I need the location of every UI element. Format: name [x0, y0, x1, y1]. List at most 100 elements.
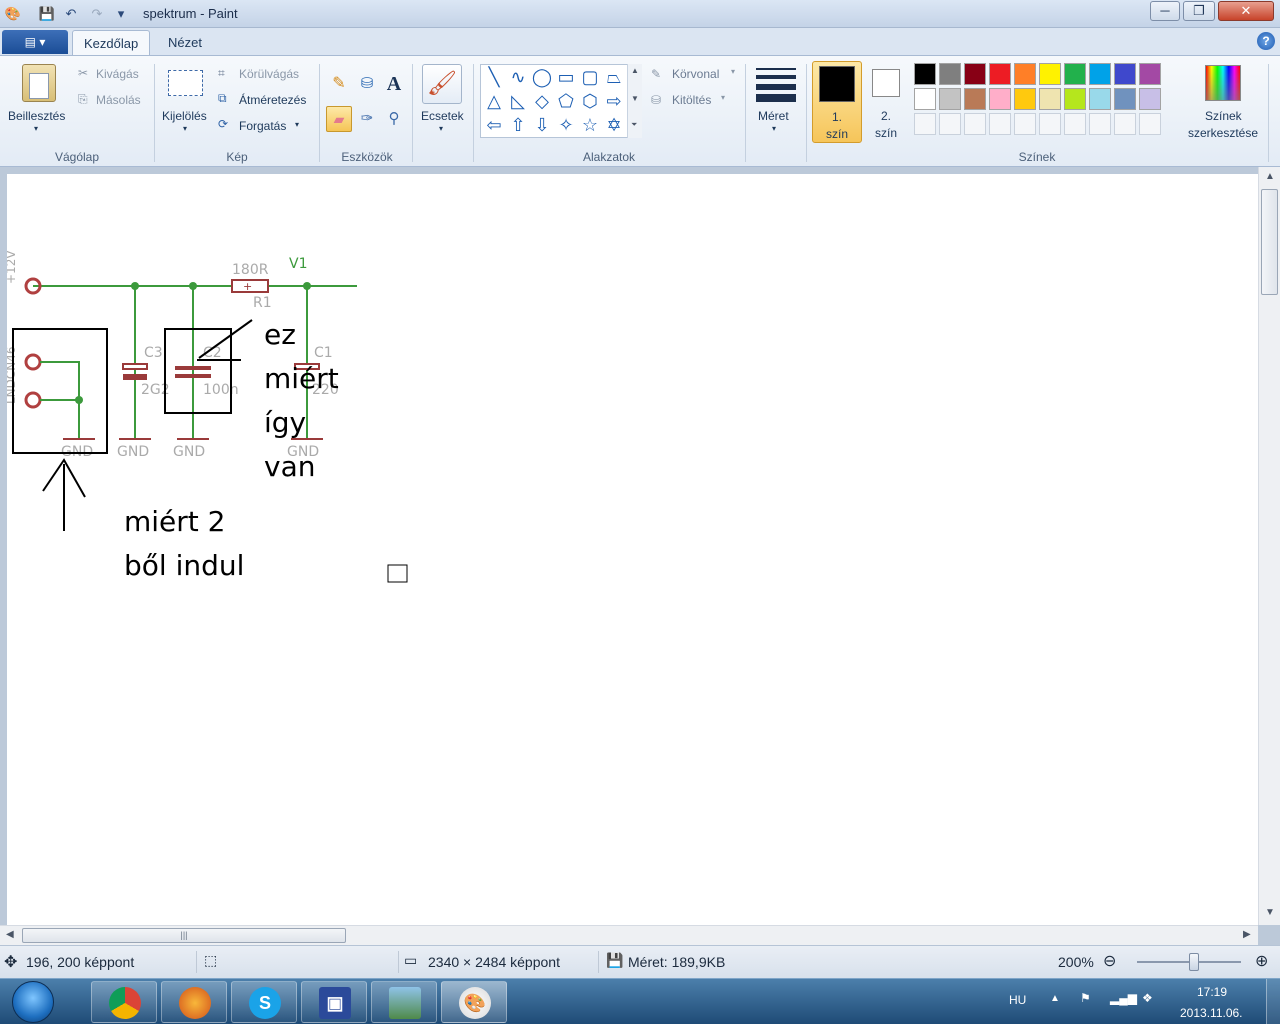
select-button[interactable]: Kijelölés — [162, 109, 207, 123]
zoom-out-icon[interactable]: ⊖ — [1103, 951, 1116, 971]
dropbox-icon[interactable]: ❖ — [1142, 991, 1153, 1005]
shape-hexagon-icon[interactable]: ⬡ — [578, 90, 602, 113]
edit-colors-icon[interactable] — [1205, 65, 1241, 101]
palette-swatch[interactable] — [1089, 88, 1111, 110]
cut-button[interactable]: Kivágás — [96, 67, 139, 81]
custom-color-slot[interactable] — [989, 113, 1011, 135]
copy-icon[interactable]: ⎘ — [78, 92, 88, 107]
fill-icon[interactable]: ⛁ — [651, 93, 661, 107]
palette-swatch[interactable] — [964, 63, 986, 85]
paint-app-icon[interactable]: 🎨 — [4, 5, 22, 23]
undo-icon[interactable]: ↶ — [62, 5, 80, 23]
scroll-down-icon[interactable]: ▼ — [631, 94, 639, 103]
size-dropdown-icon[interactable]: ▾ — [772, 124, 776, 133]
scroll-up-icon[interactable]: ▲ — [631, 66, 639, 75]
resize-icon[interactable]: ⧉ — [218, 91, 227, 106]
outline-dropdown-icon[interactable]: ▾ — [731, 67, 735, 76]
shape-diamond-icon[interactable]: ◇ — [530, 90, 554, 113]
minimize-button[interactable]: ─ — [1150, 1, 1180, 21]
shape-pentagon-icon[interactable]: ⬠ — [554, 90, 578, 113]
color-picker-icon[interactable]: ✑ — [354, 106, 380, 132]
magnifier-icon[interactable]: ⚲ — [381, 106, 407, 132]
color2-button[interactable]: 2. szín — [866, 61, 906, 143]
scroll-down-icon[interactable]: ▼ — [1265, 907, 1275, 918]
shape-oval-icon[interactable]: ◯ — [530, 66, 554, 89]
shape-up-arrow-icon[interactable]: ⇧ — [506, 114, 530, 137]
edit-colors-label-line2[interactable]: szerkesztése — [1188, 126, 1258, 140]
start-button-icon[interactable] — [12, 981, 54, 1023]
tab-home[interactable]: Kezdőlap — [72, 30, 151, 56]
palette-swatch[interactable] — [1064, 88, 1086, 110]
palette-swatch[interactable] — [989, 88, 1011, 110]
custom-color-slot[interactable] — [1064, 113, 1086, 135]
shape-four-point-star-icon[interactable]: ✧ — [554, 114, 578, 137]
shape-six-point-star-icon[interactable]: ✡ — [602, 114, 626, 137]
custom-color-slot[interactable] — [1139, 113, 1161, 135]
scroll-right-icon[interactable]: ▶ — [1243, 929, 1251, 940]
rotate-dropdown-icon[interactable]: ▾ — [295, 120, 299, 129]
palette-swatch[interactable] — [1014, 88, 1036, 110]
taskbar-save-app[interactable]: ▣ — [301, 981, 367, 1023]
scroll-up-icon[interactable]: ▲ — [1265, 171, 1275, 182]
horizontal-scroll-thumb[interactable]: ||| — [22, 928, 346, 943]
palette-swatch[interactable] — [964, 88, 986, 110]
clock-date[interactable]: 2013.11.06. — [1180, 1006, 1243, 1020]
palette-swatch[interactable] — [1064, 63, 1086, 85]
outline-icon[interactable]: ✎ — [651, 67, 661, 81]
palette-swatch[interactable] — [1039, 88, 1061, 110]
clock-time[interactable]: 17:19 — [1197, 985, 1227, 999]
shape-line-icon[interactable]: ╲ — [482, 66, 506, 89]
select-dropdown-icon[interactable]: ▾ — [183, 124, 187, 133]
copy-button[interactable]: Másolás — [96, 93, 141, 107]
outline-button[interactable]: Körvonal — [672, 67, 719, 81]
custom-color-slot[interactable] — [1014, 113, 1036, 135]
custom-color-slot[interactable] — [1089, 113, 1111, 135]
edit-colors-label-line1[interactable]: Színek — [1205, 109, 1242, 123]
eraser-icon[interactable]: ▰ — [326, 106, 352, 132]
taskbar-firefox[interactable] — [161, 981, 227, 1023]
taskbar-chrome[interactable] — [91, 981, 157, 1023]
pencil-icon[interactable]: ✎ — [326, 71, 352, 97]
paste-dropdown-icon[interactable]: ▾ — [34, 124, 38, 133]
text-tool-icon[interactable]: A — [381, 71, 407, 97]
palette-swatch[interactable] — [1089, 63, 1111, 85]
cut-icon[interactable]: ✂ — [78, 66, 88, 80]
rotate-button[interactable]: Forgatás — [239, 119, 286, 133]
paste-icon[interactable] — [22, 64, 56, 102]
palette-swatch[interactable] — [914, 88, 936, 110]
show-desktop-button[interactable] — [1266, 979, 1280, 1024]
custom-color-slot[interactable] — [914, 113, 936, 135]
palette-swatch[interactable] — [1014, 63, 1036, 85]
resize-button[interactable]: Átméretezés — [239, 93, 306, 107]
palette-swatch[interactable] — [939, 88, 961, 110]
palette-swatch[interactable] — [1039, 63, 1061, 85]
shape-rectangle-icon[interactable]: ▭ — [554, 66, 578, 89]
palette-swatch[interactable] — [939, 63, 961, 85]
network-signal-icon[interactable]: ▂▄▆ — [1110, 991, 1137, 1005]
shape-left-arrow-icon[interactable]: ⇦ — [482, 114, 506, 137]
custom-color-slot[interactable] — [939, 113, 961, 135]
expand-gallery-icon[interactable]: ⏷ — [631, 120, 637, 130]
vertical-scrollbar[interactable]: ▲ ▼ — [1258, 167, 1280, 925]
zoom-slider-thumb[interactable] — [1189, 953, 1199, 971]
palette-swatch[interactable] — [914, 63, 936, 85]
color1-button[interactable]: 1. szín — [812, 61, 862, 143]
custom-color-slot[interactable] — [964, 113, 986, 135]
scroll-left-icon[interactable]: ◀ — [6, 929, 14, 940]
save-icon[interactable]: 💾 — [38, 5, 56, 23]
palette-swatch[interactable] — [1114, 88, 1136, 110]
brushes-dropdown-icon[interactable]: ▾ — [439, 124, 443, 133]
close-button[interactable]: ✕ — [1218, 1, 1274, 21]
shape-right-arrow-icon[interactable]: ⇨ — [602, 90, 626, 113]
shape-five-point-star-icon[interactable]: ☆ — [578, 114, 602, 137]
fill-dropdown-icon[interactable]: ▾ — [721, 93, 725, 102]
rotate-icon[interactable]: ⟳ — [218, 117, 228, 131]
maximize-button[interactable]: ❐ — [1183, 1, 1215, 21]
palette-swatch[interactable] — [1114, 63, 1136, 85]
size-icon[interactable] — [756, 66, 796, 102]
fill-bucket-icon[interactable]: ⛁ — [354, 71, 380, 97]
action-center-flag-icon[interactable]: ⚑ — [1080, 991, 1091, 1005]
palette-swatch[interactable] — [1139, 88, 1161, 110]
taskbar-skype[interactable]: S — [231, 981, 297, 1023]
language-indicator[interactable]: HU — [1009, 993, 1026, 1007]
